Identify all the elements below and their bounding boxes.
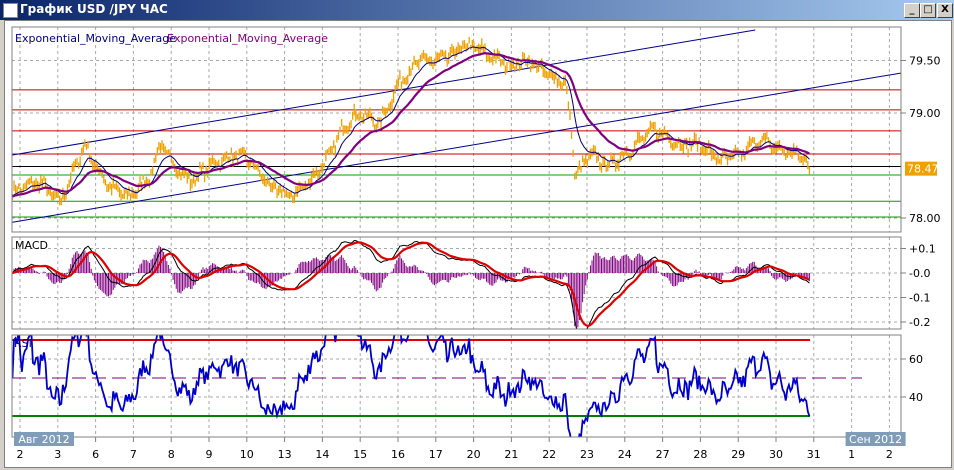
x-tick-label: 14 <box>315 448 329 461</box>
rsi-label: RSI <box>14 337 32 350</box>
x-tick-label: 6 <box>92 448 99 461</box>
x-tick-label: 7 <box>130 448 137 461</box>
x-tick-label: 2 <box>886 448 893 461</box>
price-tick-label: 79.50 <box>909 55 941 68</box>
month-label: Сен 2012 <box>849 433 902 446</box>
legend-ema-slow: Exponential_Moving_Average <box>167 32 328 45</box>
x-tick-label: 30 <box>769 448 783 461</box>
macd-tick-label: -0.1 <box>909 292 930 305</box>
x-tick-label: 31 <box>807 448 821 461</box>
rsi-tick-label: 40 <box>909 391 923 404</box>
legend-ema-fast: Exponential_Moving_Average <box>15 32 176 45</box>
macd-panel <box>11 236 902 330</box>
rsi-tick-label: 60 <box>909 353 923 366</box>
x-tick-label: 13 <box>278 448 292 461</box>
price-tick-label: 78.00 <box>909 212 941 225</box>
macd-tick-label: -0.0 <box>909 267 930 280</box>
trend-channel-line <box>12 29 756 156</box>
x-tick-label: 24 <box>618 448 632 461</box>
x-tick-label: 20 <box>467 448 481 461</box>
last-price-label: 78.47 <box>907 163 939 176</box>
x-tick-label: 23 <box>580 448 594 461</box>
x-tick-label: 29 <box>731 448 745 461</box>
x-tick-label: 8 <box>168 448 175 461</box>
month-label: Авг 2012 <box>18 433 69 446</box>
macd-line <box>12 239 810 329</box>
rsi-line <box>12 335 811 437</box>
x-tick-label: 21 <box>504 448 518 461</box>
x-tick-label: 28 <box>693 448 707 461</box>
x-tick-label: 1 <box>848 448 855 461</box>
macd-tick-label: +0.1 <box>909 243 936 256</box>
macd-tick-label: -0.2 <box>909 316 930 329</box>
x-tick-label: 16 <box>391 448 405 461</box>
x-tick-label: 9 <box>206 448 213 461</box>
x-tick-label: 27 <box>656 448 670 461</box>
x-tick-label: 2 <box>17 448 24 461</box>
chart-canvas[interactable]: Exponential_Moving_Average Exponential_M… <box>0 0 954 470</box>
trend-channel-line <box>12 72 901 223</box>
price-tick-label: 79.00 <box>909 107 941 120</box>
macd-label: MACD <box>15 239 48 252</box>
x-tick-label: 15 <box>353 448 367 461</box>
x-tick-label: 17 <box>429 448 443 461</box>
x-tick-label: 10 <box>240 448 254 461</box>
x-tick-label: 3 <box>54 448 61 461</box>
signal-line <box>12 241 810 327</box>
x-tick-label: 22 <box>542 448 556 461</box>
